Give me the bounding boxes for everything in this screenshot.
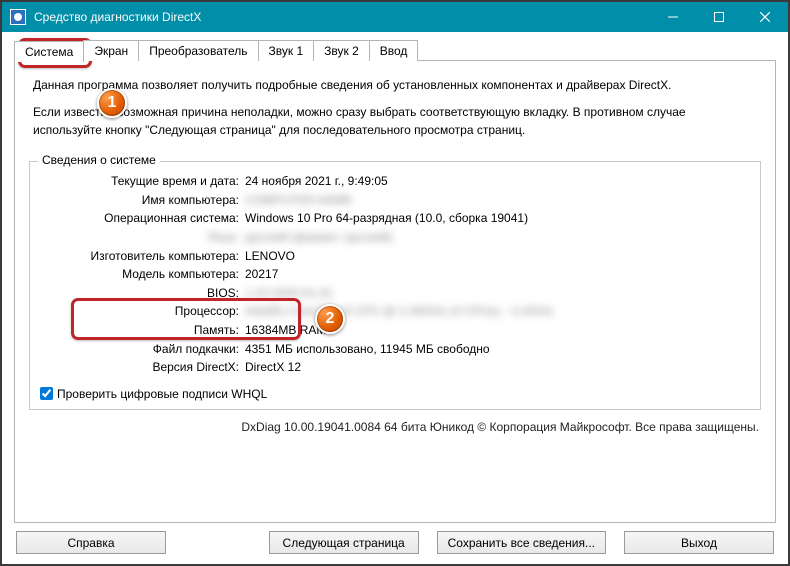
label-memory: Память: xyxy=(40,321,245,340)
label-processor: Процессор: xyxy=(40,302,245,321)
value-model: 20217 xyxy=(245,265,750,284)
intro-p1: Данная программа позволяет получить подр… xyxy=(33,77,757,94)
whql-label: Проверить цифровые подписи WHQL xyxy=(57,387,267,401)
value-processor: Intel(R) Core(TM) i5 CPU @ 2.40GHz (4 CP… xyxy=(245,302,750,321)
label-datetime: Текущие время и дата: xyxy=(40,172,245,191)
intro-text: Данная программа позволяет получить подр… xyxy=(33,77,757,139)
whql-checkbox-row[interactable]: Проверить цифровые подписи WHQL xyxy=(40,387,750,401)
tab-input[interactable]: Ввод xyxy=(369,40,419,61)
tab-system[interactable]: Система xyxy=(14,41,84,62)
value-manufacturer: LENOVO xyxy=(245,247,750,266)
label-os: Операционная система: xyxy=(40,209,245,228)
value-lang: русский (формат: русский) xyxy=(245,228,750,247)
label-directx: Версия DirectX: xyxy=(40,358,245,377)
whql-checkbox[interactable] xyxy=(40,387,53,400)
label-pagefile: Файл подкачки: xyxy=(40,340,245,359)
maximize-button[interactable] xyxy=(696,2,742,32)
value-directx: DirectX 12 xyxy=(245,358,750,377)
next-page-button[interactable]: Следующая страница xyxy=(269,531,419,554)
group-title: Сведения о системе xyxy=(38,153,160,167)
value-computername: COMPUTER-NAME xyxy=(245,191,750,210)
button-row: Справка Следующая страница Сохранить все… xyxy=(14,531,776,554)
minimize-button[interactable] xyxy=(650,2,696,32)
exit-button[interactable]: Выход xyxy=(624,531,774,554)
value-datetime: 24 ноября 2021 г., 9:49:05 xyxy=(245,172,750,191)
intro-p2: Если известна возможная причина неполадк… xyxy=(33,104,757,139)
tab-sound2[interactable]: Звук 2 xyxy=(313,40,370,61)
value-pagefile: 4351 МБ использовано, 11945 МБ свободно xyxy=(245,340,750,359)
label-model: Модель компьютера: xyxy=(40,265,245,284)
label-lang: Язык: xyxy=(40,228,245,247)
help-button[interactable]: Справка xyxy=(16,531,166,554)
tab-render[interactable]: Преобразователь xyxy=(138,40,258,61)
label-manufacturer: Изготовитель компьютера: xyxy=(40,247,245,266)
tab-sound1[interactable]: Звук 1 xyxy=(258,40,315,61)
save-all-button[interactable]: Сохранить все сведения... xyxy=(437,531,606,554)
footer-text: DxDiag 10.00.19041.0084 64 бита Юникод ©… xyxy=(29,420,759,434)
label-computername: Имя компьютера: xyxy=(40,191,245,210)
system-info-group: Сведения о системе Текущие время и дата:… xyxy=(29,161,761,410)
tab-strip: Система Экран Преобразователь Звук 1 Зву… xyxy=(14,40,776,61)
window-title: Средство диагностики DirectX xyxy=(34,10,650,24)
label-bios: BIOS: xyxy=(40,284,245,303)
client-area: Система Экран Преобразователь Звук 1 Зву… xyxy=(2,32,788,564)
tab-panel: Данная программа позволяет получить подр… xyxy=(14,60,776,523)
value-os: Windows 10 Pro 64-разрядная (10.0, сборк… xyxy=(245,209,750,228)
titlebar: Средство диагностики DirectX xyxy=(2,2,788,32)
app-icon xyxy=(10,9,26,25)
value-memory: 16384MB RAM xyxy=(245,321,750,340)
value-bios: 1.23 2020-01-01 xyxy=(245,284,750,303)
tab-display[interactable]: Экран xyxy=(83,40,139,61)
close-button[interactable] xyxy=(742,2,788,32)
